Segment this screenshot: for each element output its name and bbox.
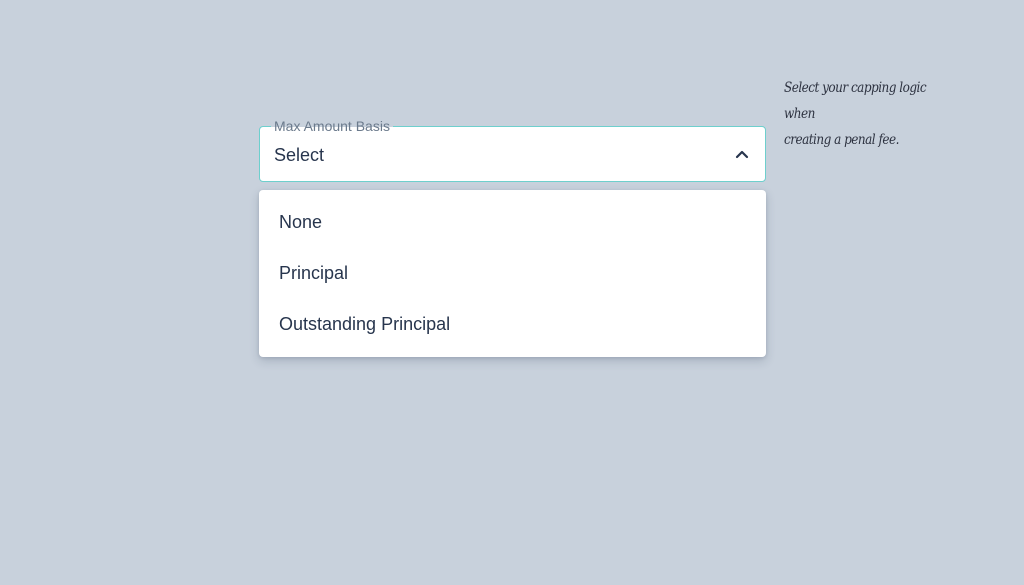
- option-principal[interactable]: Principal: [259, 248, 766, 299]
- dropdown-menu: None Principal Outstanding Principal: [259, 190, 766, 357]
- hint-annotation: Select your capping logic when creating …: [784, 75, 956, 153]
- option-outstanding-principal[interactable]: Outstanding Principal: [259, 299, 766, 350]
- select-value: Select: [274, 145, 325, 165]
- option-none[interactable]: None: [259, 197, 766, 248]
- chevron-up-icon[interactable]: [733, 145, 751, 163]
- field-label: Max Amount Basis: [271, 118, 393, 134]
- hint-line-1: Select your capping logic when: [784, 80, 927, 122]
- hint-line-2: creating a penal fee.: [784, 132, 899, 148]
- max-amount-basis-select[interactable]: Max Amount Basis Select: [259, 118, 766, 182]
